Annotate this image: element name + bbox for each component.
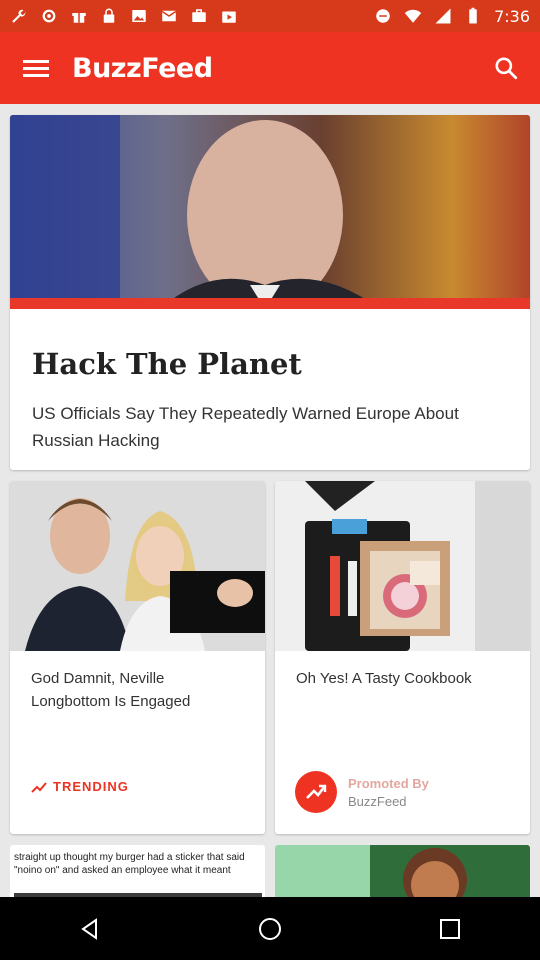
- do-not-disturb-icon: [376, 9, 390, 23]
- promo-badge: [295, 771, 337, 813]
- hamburger-menu-icon[interactable]: [0, 32, 72, 104]
- recents-icon[interactable]: [420, 904, 480, 954]
- trending-up-icon: [306, 784, 327, 799]
- article-title-neville[interactable]: God Damnit, Neville Longbottom Is Engage…: [31, 667, 246, 713]
- hero-title[interactable]: Hack The Planet: [32, 347, 302, 381]
- status-bar: 7:36: [0, 0, 540, 32]
- search-icon[interactable]: [482, 44, 530, 92]
- wrench-icon: [12, 9, 26, 23]
- system-nav-bar: [0, 897, 540, 960]
- hero-subtitle[interactable]: US Officials Say They Repeatedly Warned …: [32, 400, 502, 454]
- mail-icon: [161, 10, 177, 22]
- article-image-couple: [10, 481, 265, 651]
- gift-icon: [72, 13, 86, 23]
- play-store-icon: [222, 11, 236, 23]
- peek-image-cartoon: [275, 845, 530, 897]
- hero-image: [10, 115, 530, 309]
- article-image-cookbook: [275, 481, 530, 651]
- promoted-by[interactable]: Promoted By BuzzFeed: [295, 771, 429, 813]
- hero-article-card[interactable]: Hack The Planet US Officials Say They Re…: [10, 115, 530, 470]
- trending-up-icon: [31, 781, 47, 793]
- back-icon[interactable]: [60, 904, 120, 954]
- briefcase-icon: [192, 9, 206, 22]
- article-title-cookbook[interactable]: Oh Yes! A Tasty Cookbook: [296, 667, 511, 690]
- lock-icon: [103, 8, 115, 23]
- trending-badge: TRENDING: [31, 779, 129, 794]
- signal-icon: [435, 8, 451, 24]
- article-card-neville[interactable]: God Damnit, Neville Longbottom Is Engage…: [10, 481, 265, 834]
- article-card-peek-burger[interactable]: straight up thought my burger had a stic…: [10, 845, 265, 897]
- article-card-peek-cartoon[interactable]: [275, 845, 530, 897]
- clock: 7:36: [494, 6, 530, 26]
- feed[interactable]: Hack The Planet US Officials Say They Re…: [0, 104, 540, 897]
- home-icon[interactable]: [240, 904, 300, 954]
- promoted-by-label: Promoted By: [348, 775, 429, 791]
- battery-icon: [469, 7, 477, 24]
- settings-icon: [42, 9, 56, 23]
- article-card-cookbook[interactable]: Oh Yes! A Tasty Cookbook Promoted By Buz…: [275, 481, 530, 834]
- trending-label: TRENDING: [53, 779, 129, 794]
- peek-text: straight up thought my burger had a stic…: [14, 852, 245, 876]
- brand-logo[interactable]: BuzzFeed: [72, 53, 213, 84]
- wifi-icon: [404, 9, 422, 23]
- image-icon: [132, 10, 146, 22]
- app-bar: BuzzFeed: [0, 32, 540, 104]
- promoted-by-name: BuzzFeed: [348, 793, 407, 809]
